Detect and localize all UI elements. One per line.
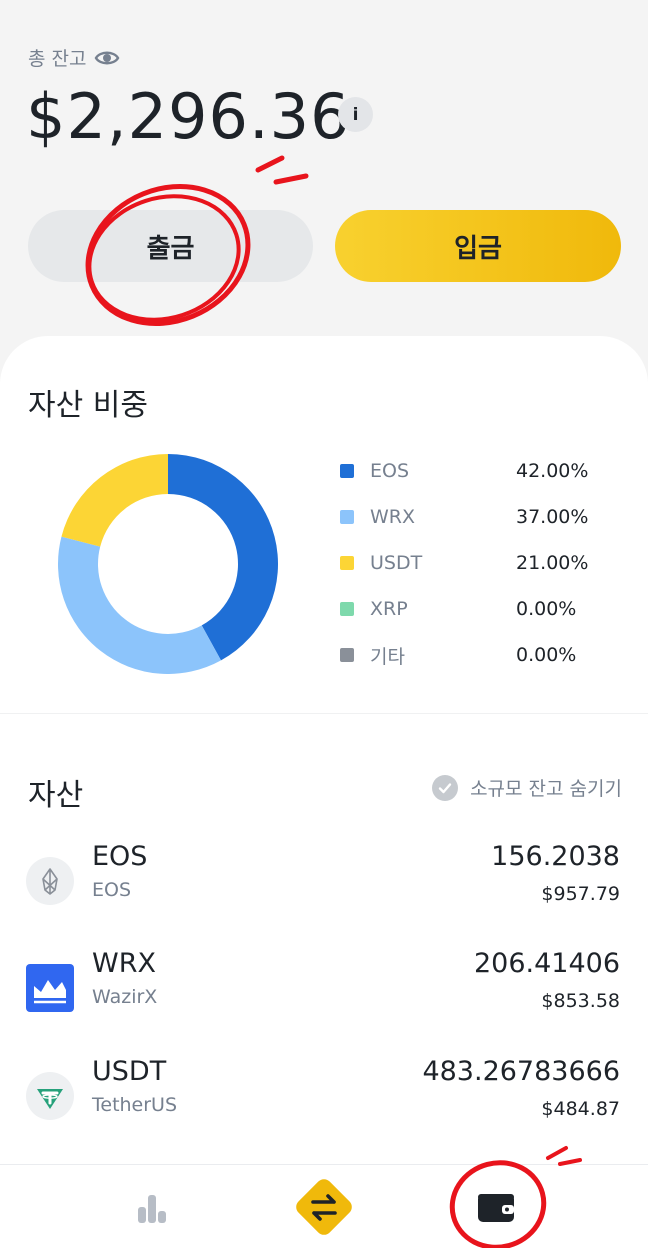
legend-swatch bbox=[340, 602, 354, 616]
legend-name: XRP bbox=[370, 598, 408, 620]
asset-usd-value: $484.87 bbox=[541, 1098, 620, 1120]
legend-swatch bbox=[340, 556, 354, 570]
assets-title: 자산 bbox=[28, 778, 84, 813]
legend-item: XRP 0.00% bbox=[340, 586, 600, 632]
asset-row-usdt[interactable]: USDT TetherUS 483.26783666 $484.87 bbox=[0, 1056, 648, 1172]
balance-header: 총 잔고 $2,296.36 i 출금 입금 bbox=[0, 0, 648, 340]
legend-item: WRX 37.00% bbox=[340, 494, 600, 540]
asset-symbol: EOS bbox=[92, 841, 148, 872]
hide-small-balances-label: 소규모 잔고 숨기기 bbox=[470, 778, 622, 800]
allocation-title: 자산 비중 bbox=[28, 388, 148, 423]
check-circle-icon bbox=[432, 774, 459, 801]
asset-amount: 156.2038 bbox=[491, 841, 620, 872]
asset-row-eos[interactable]: EOS EOS 156.2038 $957.79 bbox=[0, 841, 648, 957]
legend-percent: 0.00% bbox=[516, 644, 577, 666]
total-balance-label: 총 잔고 bbox=[28, 48, 87, 70]
total-balance-label-row: 총 잔고 bbox=[28, 44, 120, 71]
markets-icon bbox=[138, 1195, 166, 1223]
legend-swatch bbox=[340, 510, 354, 524]
allocation-legend: EOS 42.00% WRX 37.00% USDT 21.00% XRP 0.… bbox=[340, 448, 600, 678]
tether-icon bbox=[26, 1072, 74, 1120]
total-balance-value: $2,296.36 bbox=[26, 80, 351, 153]
hide-small-balances-toggle[interactable]: 소규모 잔고 숨기기 bbox=[432, 774, 622, 801]
allocation-donut-chart bbox=[58, 454, 278, 674]
legend-percent: 0.00% bbox=[516, 598, 577, 620]
legend-item: EOS 42.00% bbox=[340, 448, 600, 494]
donut-slice-usdt bbox=[61, 454, 168, 547]
eye-icon[interactable] bbox=[94, 45, 120, 71]
asset-name: WazirX bbox=[92, 986, 158, 1008]
asset-usd-value: $853.58 bbox=[541, 990, 620, 1012]
asset-amount: 483.26783666 bbox=[422, 1056, 620, 1087]
asset-amount: 206.41406 bbox=[473, 948, 620, 979]
wallet-icon bbox=[478, 1194, 514, 1222]
trade-swap-icon bbox=[296, 1179, 352, 1235]
legend-percent: 42.00% bbox=[516, 460, 589, 482]
nav-trade[interactable] bbox=[284, 1165, 364, 1248]
asset-usd-value: $957.79 bbox=[541, 883, 620, 905]
donut-slice-wrx bbox=[58, 536, 221, 674]
nav-markets[interactable] bbox=[112, 1165, 192, 1248]
donut-slice-eos bbox=[168, 454, 278, 661]
legend-item: USDT 21.00% bbox=[340, 540, 600, 586]
legend-name: EOS bbox=[370, 460, 410, 482]
legend-percent: 37.00% bbox=[516, 506, 589, 528]
asset-row-wrx[interactable]: WRX WazirX 206.41406 $853.58 bbox=[0, 948, 648, 1064]
legend-percent: 21.00% bbox=[516, 552, 589, 574]
asset-symbol: WRX bbox=[92, 948, 156, 979]
legend-name: USDT bbox=[370, 552, 423, 574]
legend-name: WRX bbox=[370, 506, 416, 528]
legend-swatch bbox=[340, 464, 354, 478]
wazirx-icon bbox=[26, 964, 74, 1012]
legend-item: 기타 0.00% bbox=[340, 632, 600, 678]
legend-swatch bbox=[340, 648, 354, 662]
eos-icon bbox=[26, 857, 74, 905]
asset-name: TetherUS bbox=[92, 1094, 178, 1116]
nav-wallet[interactable] bbox=[456, 1165, 536, 1248]
legend-name: 기타 bbox=[370, 645, 405, 668]
deposit-button[interactable]: 입금 bbox=[335, 210, 621, 282]
bottom-nav bbox=[0, 1164, 648, 1248]
info-icon[interactable]: i bbox=[338, 97, 373, 132]
section-divider bbox=[0, 713, 648, 714]
asset-name: EOS bbox=[92, 879, 132, 901]
asset-symbol: USDT bbox=[92, 1056, 167, 1087]
withdraw-button[interactable]: 출금 bbox=[28, 210, 313, 282]
